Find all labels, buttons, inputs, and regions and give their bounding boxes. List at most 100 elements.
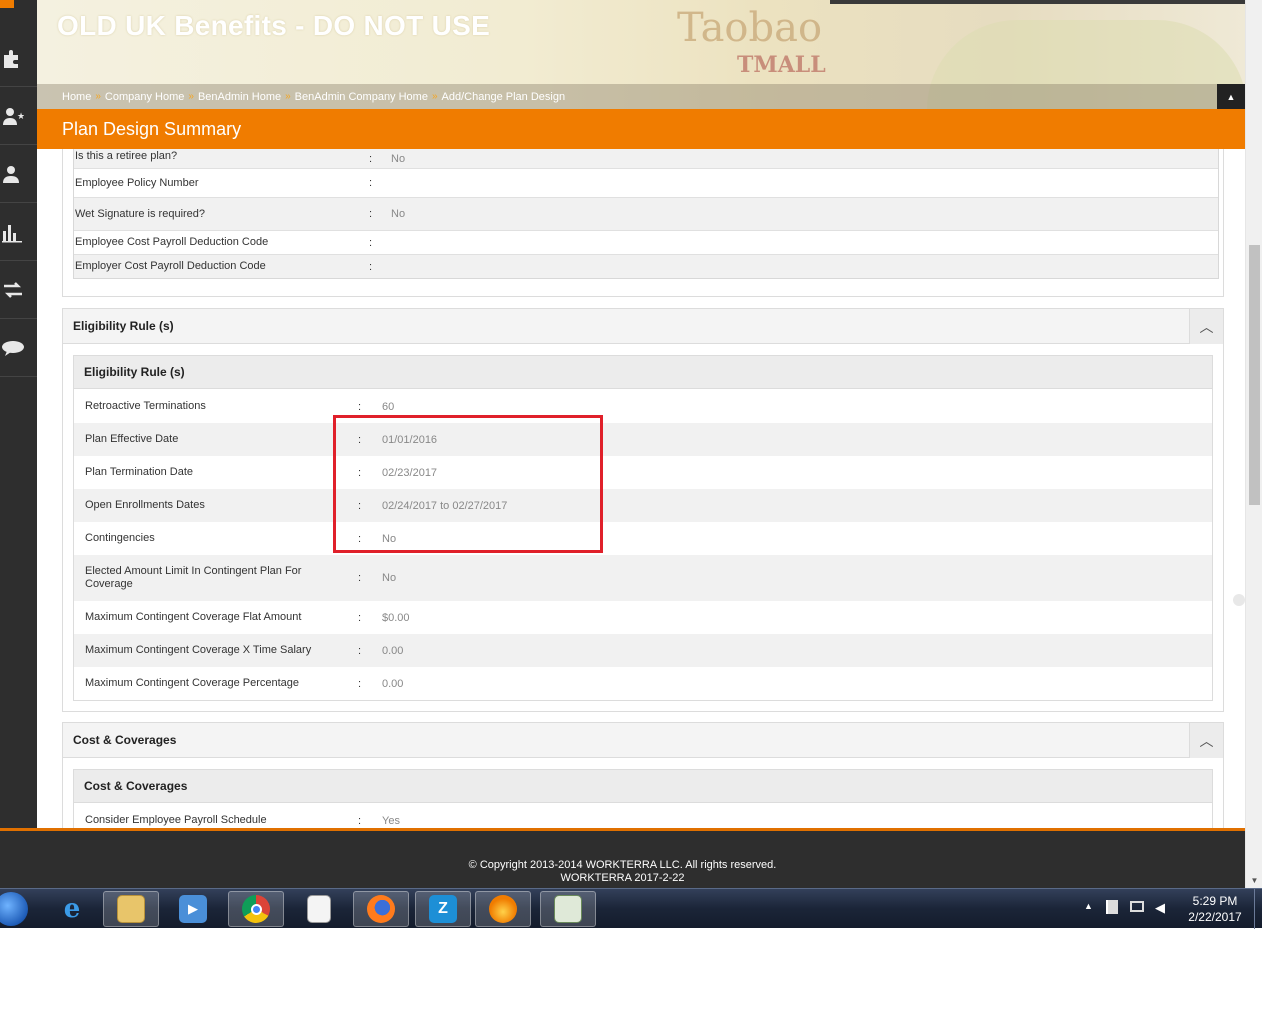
volume-icon[interactable]: ◀	[1155, 900, 1165, 916]
row-label: Open Enrollments Dates	[85, 499, 205, 511]
table-row: Plan Effective Date : 01/01/2016	[74, 423, 1212, 456]
sidebar-item-user-star[interactable]: ★	[0, 88, 37, 145]
main-content: Is this a retiree plan? : No Employee Po…	[37, 149, 1245, 828]
breadcrumb-separator: »	[285, 91, 291, 102]
row-colon: :	[358, 400, 362, 413]
breadcrumb-company-home[interactable]: Company Home	[105, 91, 184, 103]
sidebar-accent	[0, 0, 14, 8]
table-row: Contingencies : No	[74, 522, 1212, 555]
row-label: Employer Cost Payroll Deduction Code	[75, 260, 266, 272]
taskbar-ie[interactable]: e	[44, 891, 100, 927]
breadcrumb-benadmin-company-home[interactable]: BenAdmin Company Home	[295, 91, 428, 103]
row-colon: :	[358, 572, 362, 584]
row-colon: :	[358, 499, 362, 512]
row-label: Plan Effective Date	[85, 433, 179, 445]
row-label: Maximum Contingent Coverage Percentage	[85, 677, 300, 689]
row-value: $0.00	[382, 611, 410, 624]
row-label: Elected Amount Limit In Contingent Plan …	[85, 565, 302, 590]
table-row: Plan Termination Date : 02/23/2017	[74, 456, 1212, 489]
taskbar-z-app[interactable]: Z	[415, 891, 471, 927]
show-desktop-button[interactable]	[1254, 889, 1262, 929]
sidebar-item-chat[interactable]	[0, 320, 37, 377]
sidebar-item-user[interactable]	[0, 146, 37, 203]
row-colon: :	[358, 644, 362, 657]
taskbar-notepad[interactable]	[291, 891, 347, 927]
row-label: Employee Policy Number	[75, 176, 199, 189]
collapse-eligibility-button[interactable]: ︿	[1189, 309, 1223, 344]
sidebar-item-plugins[interactable]	[0, 30, 37, 87]
table-row: Employer Cost Payroll Deduction Code :	[74, 255, 1218, 278]
breadcrumb: Home » Company Home » BenAdmin Home » Be…	[37, 84, 1245, 109]
taskbar-chrome[interactable]	[228, 891, 284, 927]
section-title: Cost & Coverages	[63, 723, 1223, 758]
taskbar-firefox[interactable]	[353, 891, 409, 927]
table-title: Eligibility Rule (s)	[74, 356, 1212, 389]
network-icon[interactable]	[1130, 901, 1144, 912]
row-value: 02/24/2017 to 02/27/2017	[382, 499, 508, 512]
vertical-scrollbar[interactable]: ▼	[1245, 0, 1262, 888]
sidebar-item-transfer[interactable]	[0, 262, 37, 319]
section-title: Eligibility Rule (s)	[63, 309, 1223, 344]
footer-version: WORKTERRA 2017-2-22	[560, 872, 685, 884]
row-colon: :	[369, 260, 373, 273]
table-row: Is this a retiree plan? : No	[74, 149, 1218, 169]
action-center-flag-icon[interactable]	[1106, 900, 1118, 914]
taskbar-explorer[interactable]	[103, 891, 159, 927]
taskbar-media-player[interactable]: ▶	[165, 891, 221, 927]
clock-time: 5:29 PM	[1192, 894, 1238, 908]
banner-art-text-2: TMALL	[737, 52, 826, 78]
row-value: No	[391, 208, 406, 220]
collapse-cost-button[interactable]: ︿	[1189, 723, 1223, 758]
footer-copyright: © Copyright 2013-2014 WORKTERRA LLC. All…	[468, 859, 777, 871]
scroll-indicator-dot	[1233, 594, 1245, 606]
table-row: Wet Signature is required? : No	[74, 198, 1218, 231]
collapse-header-button[interactable]: ▲	[1217, 84, 1245, 109]
row-value: 0.00	[382, 644, 404, 657]
row-colon: :	[358, 466, 362, 479]
table-row: Open Enrollments Dates : 02/24/2017 to 0…	[74, 489, 1212, 522]
table-row: Elected Amount Limit In Contingent Plan …	[74, 555, 1212, 601]
taskbar-spreadsheet[interactable]	[540, 891, 596, 927]
breadcrumb-benadmin-home[interactable]: BenAdmin Home	[198, 91, 281, 103]
row-colon: :	[369, 208, 373, 220]
media-player-icon: ▶	[179, 895, 207, 923]
table-row: Maximum Contingent Coverage Percentage :…	[74, 667, 1212, 700]
sidebar-item-reports[interactable]	[0, 204, 37, 261]
table-row: Retroactive Terminations : 60	[74, 390, 1212, 423]
row-label: Employee Cost Payroll Deduction Code	[75, 236, 269, 248]
row-label: Maximum Contingent Coverage X Time Salar…	[85, 644, 312, 656]
user-icon	[3, 166, 19, 183]
scrollbar-thumb[interactable]	[1249, 245, 1260, 505]
svg-text:★: ★	[17, 111, 24, 121]
row-label: Maximum Contingent Coverage Flat Amount	[85, 611, 302, 623]
eligibility-table: Eligibility Rule (s) Retroactive Termina…	[73, 355, 1213, 701]
screen: ★ Taobao TMALL OLD UK Benefits - DO NOT …	[0, 0, 1280, 1024]
breadcrumb-home[interactable]: Home	[62, 91, 91, 103]
row-colon: :	[358, 433, 362, 446]
start-button[interactable]	[0, 892, 28, 926]
row-colon: :	[358, 532, 362, 545]
table-row: Consider Employee Payroll Schedule : Yes	[74, 804, 1212, 828]
row-value: 02/23/2017	[382, 466, 438, 479]
table-row: Employee Cost Payroll Deduction Code :	[74, 231, 1218, 255]
transfer-arrows-icon	[4, 282, 22, 298]
row-value: No	[391, 152, 406, 165]
chevron-up-icon: ︿	[1199, 318, 1214, 335]
windows-taskbar: e ▶ Z ▲ ◀ 5:29 PM 2/22/2017	[0, 888, 1262, 929]
row-value: 60	[382, 400, 395, 413]
chrome-icon	[242, 895, 270, 923]
app-title: OLD UK Benefits - DO NOT USE	[57, 10, 491, 41]
z-app-icon: Z	[429, 895, 457, 923]
footer: © Copyright 2013-2014 WORKTERRA LLC. All…	[0, 828, 1245, 888]
tray-expand-icon[interactable]: ▲	[1084, 901, 1093, 911]
system-tray: ▲ ◀	[1080, 889, 1180, 929]
row-label: Is this a retiree plan?	[75, 150, 178, 162]
breadcrumb-current: Add/Change Plan Design	[441, 90, 566, 103]
taskbar-clock[interactable]: 5:29 PM 2/22/2017	[1180, 893, 1250, 925]
eligibility-section: Eligibility Rule (s) ︿ Eligibility Rule …	[62, 308, 1224, 712]
row-colon: :	[369, 236, 373, 249]
row-value: 01/01/2016	[382, 433, 438, 446]
taskbar-flame-app[interactable]	[475, 891, 531, 927]
scroll-down-arrow-icon[interactable]: ▼	[1249, 876, 1260, 886]
plan-details-panel: Is this a retiree plan? : No Employee Po…	[62, 149, 1224, 297]
